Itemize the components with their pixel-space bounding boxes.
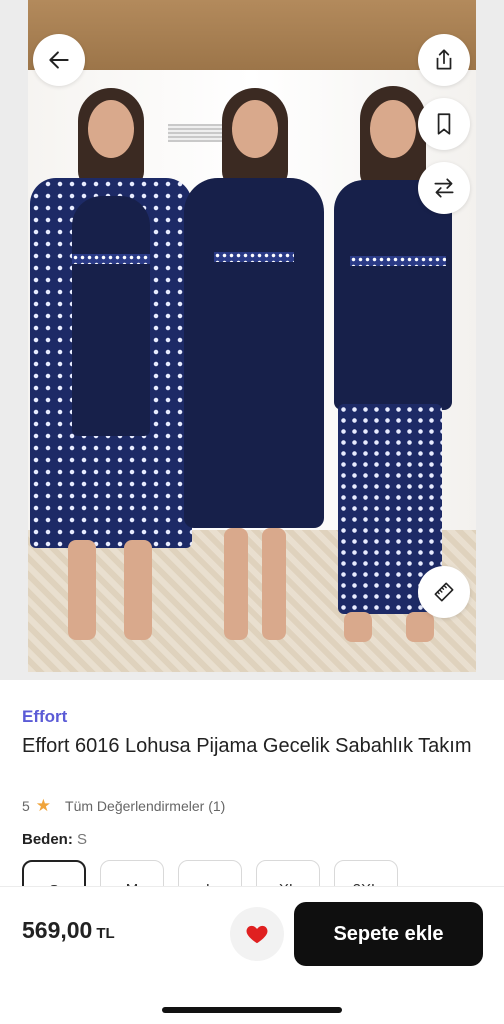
share-icon	[436, 49, 452, 70]
price-display: 569,00 TL	[22, 917, 115, 944]
back-arrow-icon	[49, 51, 69, 69]
brand-link[interactable]: Effort	[22, 707, 67, 727]
heart-icon	[246, 925, 268, 944]
product-title: Effort 6016 Lohusa Pijama Gecelik Sabahl…	[22, 735, 472, 757]
back-button[interactable]	[33, 34, 85, 86]
compare-arrows-icon	[434, 178, 454, 198]
home-indicator	[162, 1007, 342, 1013]
bookmark-icon	[437, 113, 451, 135]
ruler-icon	[434, 582, 454, 602]
all-reviews-link[interactable]: Tüm Değerlendirmeler (1)	[65, 798, 225, 814]
rating-value: 5	[22, 798, 30, 814]
purchase-bar: 569,00 TL Sepete ekle	[0, 886, 504, 1024]
price-amount: 569,00	[22, 917, 93, 943]
product-photo	[28, 0, 476, 672]
price-currency: TL	[96, 925, 115, 942]
size-guide-button[interactable]	[418, 566, 470, 618]
favorite-button[interactable]	[230, 907, 284, 961]
model-nightgown-outfit	[158, 0, 328, 672]
add-to-cart-button[interactable]: Sepete ekle	[294, 902, 483, 966]
size-label-key: Beden:	[22, 831, 73, 848]
rating-row[interactable]: 5 ★ Tüm Değerlendirmeler (1)	[22, 796, 225, 816]
size-selector-label: Beden: S	[22, 831, 87, 848]
size-label-value: S	[77, 831, 88, 848]
star-icon: ★	[35, 796, 52, 815]
share-button[interactable]	[418, 34, 470, 86]
compare-button[interactable]	[418, 162, 470, 214]
product-image-gallery[interactable]	[0, 0, 504, 680]
bookmark-button[interactable]	[418, 98, 470, 150]
